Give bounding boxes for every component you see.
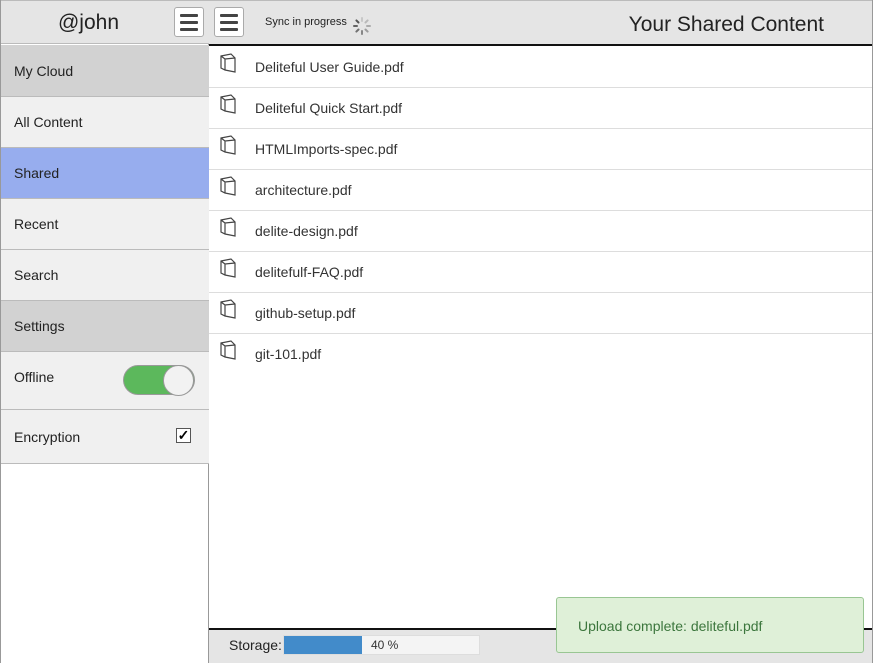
sidebar-item-search[interactable]: Search	[1, 250, 209, 301]
spinner-icon	[353, 17, 371, 35]
list-item[interactable]: delitefulf-FAQ.pdf	[209, 252, 872, 293]
file-name: delitefulf-FAQ.pdf	[255, 264, 364, 280]
sidebar-item-all-content[interactable]: All Content	[1, 97, 209, 148]
sidebar-item-shared[interactable]: Shared	[1, 148, 209, 199]
sidebar-item-settings[interactable]: Settings	[1, 301, 209, 352]
file-list: Deliteful User Guide.pdf Deliteful Quick…	[209, 47, 872, 375]
file-name: HTMLImports-spec.pdf	[255, 141, 398, 157]
sidebar-item-label: All Content	[14, 114, 83, 130]
progress-text: 40 %	[371, 638, 399, 652]
document-icon	[220, 53, 236, 73]
main-panel: Sync in progress Your Shared Content Del…	[209, 0, 873, 663]
sidebar-item-label: My Cloud	[14, 62, 74, 79]
document-icon	[220, 94, 236, 114]
sidebar-item-label: Offline	[14, 369, 55, 385]
encryption-checkbox[interactable]: ✓	[176, 428, 191, 443]
file-name: github-setup.pdf	[255, 305, 356, 321]
sidebar: @john My Cloud All Content Shared Recent…	[0, 0, 209, 663]
file-name: git-101.pdf	[255, 346, 322, 362]
offline-toggle[interactable]	[123, 365, 195, 396]
sidebar-item-label: Recent	[14, 216, 59, 232]
storage-progress-bar: 40 %	[283, 635, 480, 655]
document-icon	[220, 217, 236, 237]
hamburger-icon[interactable]	[214, 7, 244, 37]
sidebar-item-encryption: Encryption ✓	[1, 410, 209, 464]
storage-label: Storage:	[229, 637, 282, 653]
document-icon	[220, 176, 236, 196]
user-name: @john	[57, 11, 120, 34]
sidebar-item-label: Search	[14, 267, 59, 283]
sidebar-item-label: Settings	[14, 318, 65, 334]
upload-toast[interactable]: Upload complete: deliteful.pdf	[556, 597, 864, 653]
list-item[interactable]: github-setup.pdf	[209, 293, 872, 334]
file-name: Deliteful User Guide.pdf	[255, 59, 404, 75]
file-name: architecture.pdf	[255, 182, 352, 198]
list-item[interactable]: delite-design.pdf	[209, 211, 872, 252]
hamburger-icon[interactable]	[174, 7, 204, 37]
list-item[interactable]: Deliteful User Guide.pdf	[209, 47, 872, 88]
sidebar-item-label: Encryption	[14, 428, 81, 445]
sidebar-item-label: Shared	[14, 165, 60, 181]
list-item[interactable]: HTMLImports-spec.pdf	[209, 129, 872, 170]
sidebar-item-recent[interactable]: Recent	[1, 199, 209, 250]
document-icon	[220, 299, 236, 319]
list-item[interactable]: git-101.pdf	[209, 334, 872, 375]
document-icon	[220, 258, 236, 278]
list-item[interactable]: architecture.pdf	[209, 170, 872, 211]
file-name: Deliteful Quick Start.pdf	[255, 100, 403, 116]
document-icon	[220, 135, 236, 155]
list-item[interactable]: Deliteful Quick Start.pdf	[209, 88, 872, 129]
file-name: delite-design.pdf	[255, 223, 358, 239]
sidebar-item-my-cloud[interactable]: My Cloud	[1, 45, 209, 97]
sync-status: Sync in progress	[265, 16, 347, 28]
toast-message: Upload complete: deliteful.pdf	[578, 618, 763, 634]
document-icon	[220, 340, 236, 360]
main-header: Sync in progress Your Shared Content	[209, 0, 872, 46]
progress-fill	[284, 636, 362, 654]
toggle-knob	[163, 365, 194, 396]
sidebar-item-offline: Offline	[1, 352, 209, 410]
page-title: Your Shared Content	[628, 13, 824, 36]
sidebar-header: @john	[1, 0, 209, 44]
